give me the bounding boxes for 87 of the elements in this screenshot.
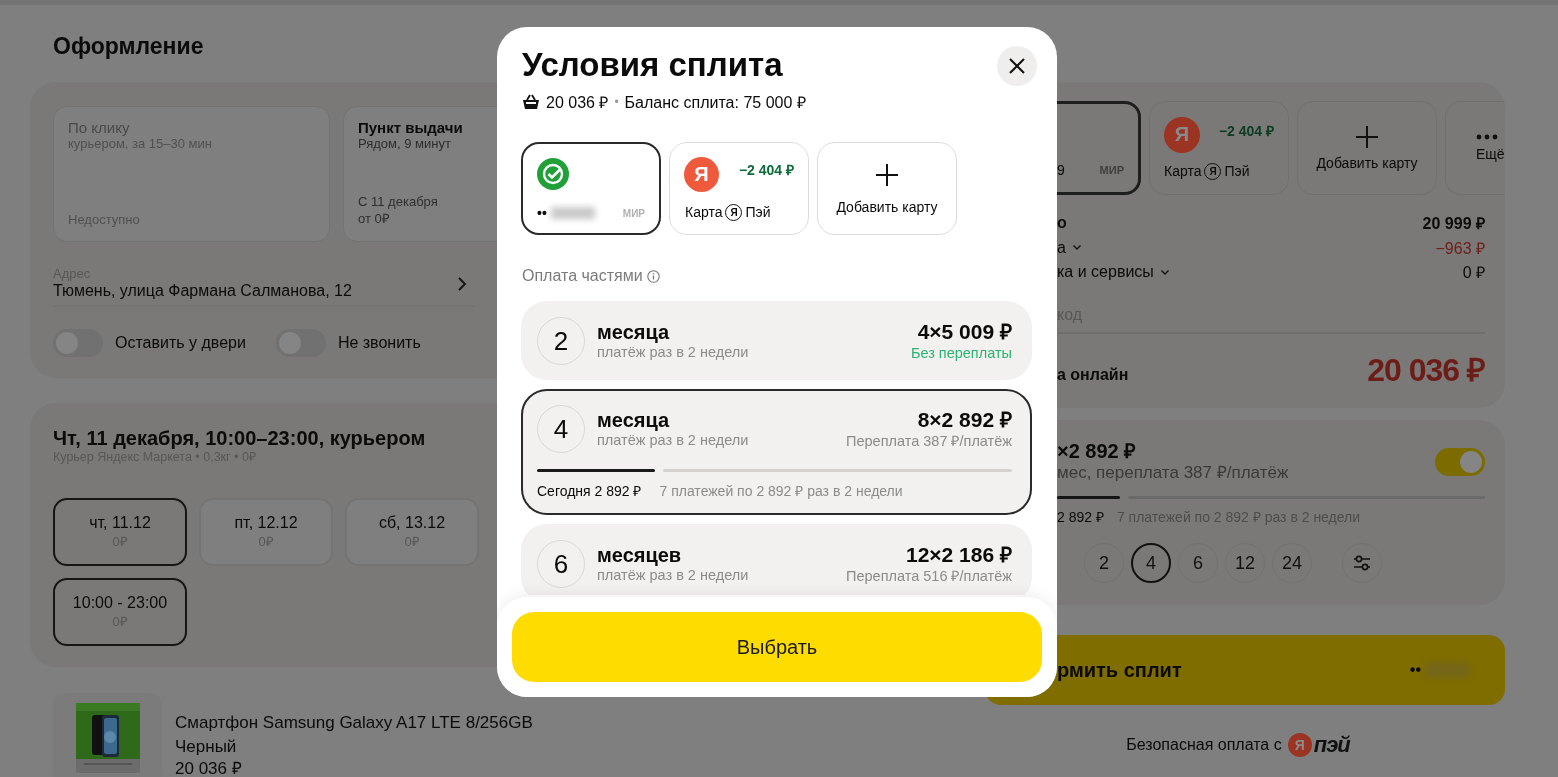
close-icon	[1008, 57, 1026, 75]
payment-schedule: платёж раз в 2 недели	[597, 566, 750, 584]
close-button[interactable]	[997, 46, 1037, 86]
term-unit: месяцев	[597, 544, 683, 566]
yandex-logo: Я	[684, 156, 719, 192]
pay-logo: Я пэй	[1287, 732, 1350, 758]
split-amount: ×2 892 ₽	[1057, 440, 1138, 462]
option-title: Пункт выдачи	[358, 119, 463, 136]
card-label: Добавить карту	[1316, 155, 1418, 171]
overpayment-note: Без переплаты	[910, 344, 1012, 362]
chip-label: 10:00 - 23:00	[72, 594, 168, 612]
today-payment: 2 892 ₽	[1057, 508, 1104, 526]
card-label: Карта	[685, 204, 723, 220]
split-balance: Баланс сплита: 75 000 ₽	[624, 93, 806, 113]
installment-amount: 4×5 009 ₽	[917, 320, 1012, 344]
total-amount: 20 036 ₽	[1367, 351, 1485, 390]
card-mask: ••	[537, 205, 547, 221]
chip-label: чт, 11.12	[89, 514, 151, 532]
check-badge-icon	[537, 158, 569, 190]
page-title: Оформление	[53, 32, 204, 61]
installment-amount: 12×2 186 ₽	[906, 543, 1012, 567]
term-unit: месяца	[597, 321, 671, 343]
term-unit: месяца	[597, 409, 671, 431]
total-label: а онлайн	[1057, 365, 1129, 384]
select-button[interactable]: Выбрать	[512, 612, 1042, 682]
option-note: С 11 декабря	[358, 194, 438, 209]
installment-option[interactable]: 6 месяцев платёж раз в 2 недели 12×2 186 ₽ Переплата 516 ₽/платёж	[521, 524, 1032, 595]
chevron-down-icon	[1071, 244, 1082, 252]
payment-card-tile[interactable]: Добавить карту	[817, 142, 957, 235]
overpayment-note: Переплата 516 ₽/платёж	[846, 567, 1012, 585]
product-name[interactable]: Смартфон Samsung Galaxy A17 LTE 8/256GB	[175, 711, 533, 735]
payment-card-tile[interactable]: Я −2 404 ₽ Карта Я Пэй	[1149, 101, 1289, 195]
remaining-payments: 7 платежей по 2 892 ₽ раз в 2 недели	[659, 482, 903, 500]
blurred-number	[550, 207, 595, 219]
summary-value: 20 999 ₽	[1422, 214, 1485, 235]
summary-label[interactable]: ка и сервисы	[1057, 263, 1170, 282]
summary-value: −963 ₽	[1435, 238, 1485, 259]
chip-label: пт, 12.12	[234, 514, 298, 532]
payment-schedule: платёж раз в 2 недели	[597, 343, 750, 361]
chevron-down-icon	[1159, 268, 1170, 276]
card-label: Пэй	[1224, 163, 1250, 179]
overpayment-note: Переплата 387 ₽/платёж	[846, 432, 1012, 450]
info-icon	[646, 269, 660, 283]
installment-amount: 8×2 892 ₽	[917, 408, 1012, 432]
separator-dot: •	[614, 95, 619, 109]
payment-card-tile[interactable]: Добавить карту	[1297, 101, 1437, 195]
split-toggle[interactable]	[1435, 448, 1485, 476]
yandex-logo: Я	[1164, 116, 1200, 153]
plus-icon	[1355, 125, 1379, 149]
summary-label: о	[1057, 214, 1067, 233]
settings-icon	[1352, 555, 1372, 571]
option-note: от 0₽	[358, 210, 390, 227]
section-label: Оплата частями	[522, 267, 643, 285]
installment-option[interactable]: 2 месяца платёж раз в 2 недели 4×5 009 ₽ Без переплаты	[521, 301, 1032, 380]
chip-label: сб, 13.12	[378, 514, 446, 532]
split-subtitle: мес, переплата 387 ₽/платёж	[1057, 462, 1289, 484]
toggle-label: Оставить у двери	[115, 334, 246, 352]
plus-icon	[875, 162, 899, 187]
card-label: Ещё	[1476, 146, 1505, 162]
summary-label[interactable]: а	[1057, 238, 1082, 257]
basket-icon	[522, 94, 540, 110]
payment-card-tile[interactable]: Ещё	[1445, 101, 1505, 195]
today-payment: Сегодня 2 892 ₽	[537, 482, 642, 500]
payment-card-tile[interactable]: Я −2 404 ₽ Карта Я Пэй	[669, 142, 809, 235]
dialog-title: Условия сплита	[522, 46, 783, 84]
address-value: Тюмень, улица Фармана Салманова, 12	[53, 281, 352, 301]
product-variant: Черный	[175, 736, 238, 758]
slot-title: Чт, 11 декабря, 10:00–23:00, курьером	[53, 427, 426, 449]
more-icon	[1476, 134, 1498, 140]
card-system-logo: МИР	[622, 207, 645, 219]
cashback-amount: −2 404 ₽	[1218, 122, 1274, 140]
toggle-label: Не звонить	[337, 334, 421, 352]
installment-option[interactable]: 4 месяца платёж раз в 2 недели 8×2 892 ₽ Переплата 387 ₽/платёж Сегодня 2 892 ₽ 7 платежей по 2 892 ₽ раз в 2 недели	[521, 389, 1032, 515]
card-label: Пэй	[745, 204, 771, 220]
cashback-amount: −2 404 ₽	[738, 161, 794, 179]
card-label: Карта	[1164, 163, 1202, 179]
card-label: Добавить карту	[836, 198, 938, 215]
secure-payment-note: Безопасная оплата с	[1126, 736, 1282, 754]
card-number: 9	[1057, 162, 1065, 178]
payment-schedule: платёж раз в 2 недели	[597, 431, 750, 449]
option-subtitle: Рядом, 9 минут	[358, 136, 451, 151]
product-price: 20 036 ₽	[175, 759, 243, 777]
term-button[interactable]: 4	[1131, 543, 1171, 583]
card-system-logo: МИР	[1099, 164, 1124, 176]
summary-value: 0 ₽	[1462, 263, 1485, 284]
payment-card-tile[interactable]: •• МИР	[521, 142, 661, 235]
chevron-right-icon	[457, 275, 467, 292]
